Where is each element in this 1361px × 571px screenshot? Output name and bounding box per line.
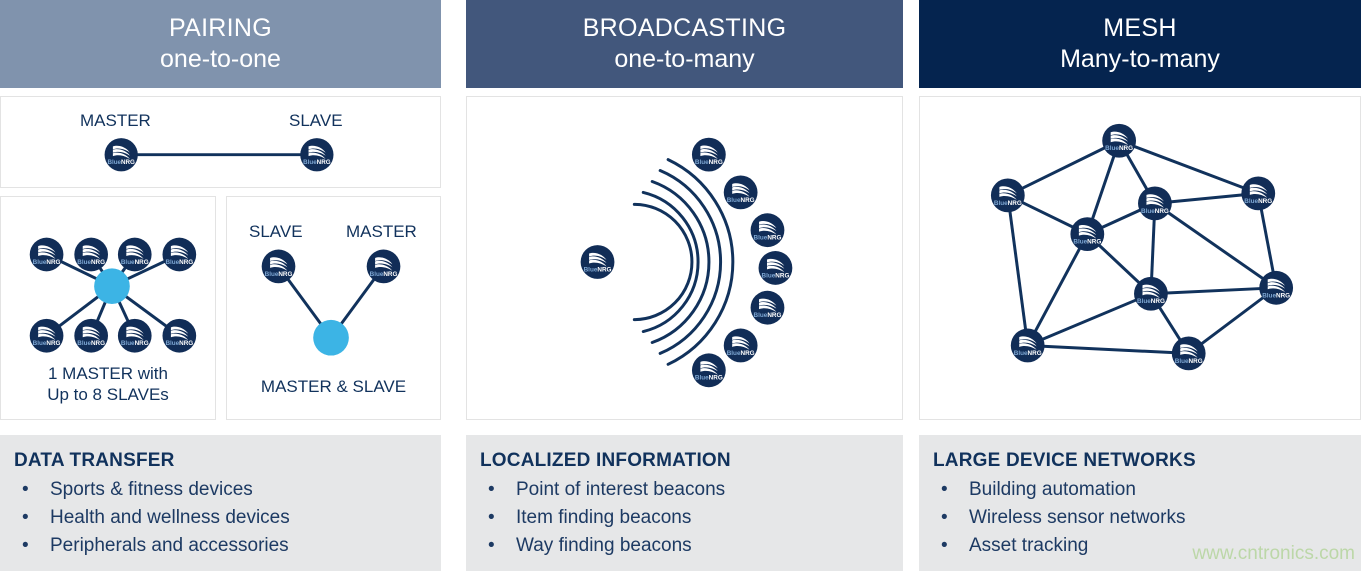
caption-pairing-star: 1 MASTER with Up to 8 SLAVEs bbox=[1, 363, 215, 405]
bullet-icon: • bbox=[941, 507, 948, 528]
caption-pairing-master-slave: MASTER & SLAVE bbox=[260, 377, 407, 396]
list-item: • Point of interest beacons bbox=[480, 476, 903, 504]
diagram-pairing-one-to-one: MASTER SLAVE BlueNRG bbox=[0, 96, 441, 188]
node-mesh bbox=[1241, 176, 1276, 211]
diagram-broadcasting bbox=[466, 96, 903, 420]
node-slave bbox=[162, 237, 197, 272]
list-item: • Item finding beacons bbox=[480, 504, 903, 532]
list-item-label: Health and wellness devices bbox=[50, 507, 290, 528]
info-title-mesh: LARGE DEVICE NETWORKS bbox=[933, 450, 1196, 471]
node-slave bbox=[261, 249, 296, 284]
header-broadcasting-title: BROADCASTING bbox=[582, 14, 787, 42]
list-item-label: Way finding beacons bbox=[516, 535, 692, 556]
node-receiver bbox=[750, 213, 785, 248]
node-mesh bbox=[1102, 123, 1137, 158]
info-panel-broadcasting: LOCALIZED INFORMATION • Point of interes… bbox=[466, 435, 903, 571]
broadcast-waves bbox=[632, 158, 735, 366]
node-slave bbox=[29, 318, 64, 353]
header-mesh-title: MESH bbox=[1103, 14, 1177, 42]
column-mesh: MESH Many-to-many LARGE DEVICE NETWORKS … bbox=[919, 0, 1361, 571]
node-slave bbox=[117, 318, 152, 353]
list-item-label: Point of interest beacons bbox=[516, 479, 726, 500]
infographic-root: PAIRING one-to-one MASTER SLAVE BlueNRG bbox=[0, 0, 1361, 571]
node-mesh bbox=[1070, 217, 1105, 252]
list-item-label: Sports & fitness devices bbox=[50, 479, 253, 500]
bullet-icon: • bbox=[22, 479, 29, 500]
list-item: • Sports & fitness devices bbox=[14, 476, 441, 504]
header-pairing: PAIRING one-to-one bbox=[0, 0, 441, 88]
header-broadcasting: BROADCASTING one-to-many bbox=[466, 0, 903, 88]
bullet-icon: • bbox=[488, 479, 495, 500]
info-list-broadcasting: • Point of interest beacons • Item findi… bbox=[480, 476, 903, 560]
list-item: • Wireless sensor networks bbox=[933, 504, 1361, 532]
node-mesh bbox=[1259, 270, 1294, 305]
bullet-icon: • bbox=[941, 479, 948, 500]
node-mesh bbox=[1010, 328, 1045, 363]
node-receiver bbox=[723, 175, 758, 210]
node-broadcaster bbox=[580, 245, 615, 279]
info-panel-pairing: DATA TRANSFER • Sports & fitness devices… bbox=[0, 435, 441, 571]
bullet-icon: • bbox=[941, 535, 948, 556]
hub-master-node bbox=[94, 268, 130, 305]
node-slave bbox=[29, 237, 64, 272]
list-item-label: Item finding beacons bbox=[516, 507, 692, 528]
list-item-label: Asset tracking bbox=[969, 535, 1089, 556]
list-item: • Health and wellness devices bbox=[14, 504, 441, 532]
node-mesh bbox=[1171, 336, 1206, 371]
list-item: • Way finding beacons bbox=[480, 532, 903, 560]
node-receiver bbox=[691, 137, 726, 172]
header-mesh: MESH Many-to-many bbox=[919, 0, 1361, 88]
list-item: • Building automation bbox=[933, 476, 1361, 504]
column-broadcasting: BROADCASTING one-to-many LOCALIZED INFOR… bbox=[466, 0, 903, 571]
list-item: • Peripherals and accessories bbox=[14, 532, 441, 560]
bullet-icon: • bbox=[22, 535, 29, 556]
info-title-broadcasting: LOCALIZED INFORMATION bbox=[480, 450, 731, 471]
broadcasting-svg bbox=[580, 137, 793, 388]
info-title-pairing: DATA TRANSFER bbox=[14, 450, 175, 471]
pairing-one-to-one-svg: BlueNRG bbox=[104, 138, 334, 172]
info-panel-mesh: LARGE DEVICE NETWORKS • Building automat… bbox=[919, 435, 1361, 571]
list-item-label: Peripherals and accessories bbox=[50, 535, 289, 556]
diagram-mesh bbox=[919, 96, 1361, 420]
node-receiver bbox=[723, 328, 758, 363]
watermark-text: www.cntronics.com bbox=[1192, 543, 1355, 564]
column-pairing: PAIRING one-to-one MASTER SLAVE BlueNRG bbox=[0, 0, 441, 571]
node-slave bbox=[117, 237, 152, 272]
node-slave bbox=[300, 138, 334, 172]
node-master bbox=[366, 249, 401, 284]
node-mesh bbox=[1134, 276, 1168, 311]
list-item-label: Wireless sensor networks bbox=[969, 507, 1186, 528]
header-pairing-subtitle: one-to-one bbox=[160, 45, 281, 73]
bullet-icon: • bbox=[488, 507, 495, 528]
hub-master-slave-node bbox=[313, 319, 349, 356]
bullet-icon: • bbox=[22, 507, 29, 528]
header-pairing-title: PAIRING bbox=[168, 14, 273, 42]
node-receiver bbox=[750, 290, 785, 325]
node-receiver bbox=[691, 353, 726, 388]
mesh-links bbox=[1006, 139, 1278, 355]
node-slave bbox=[74, 237, 108, 272]
node-receiver bbox=[758, 251, 793, 285]
mesh-svg bbox=[990, 123, 1294, 371]
header-broadcasting-subtitle: one-to-many bbox=[614, 45, 755, 73]
bullet-icon: • bbox=[488, 535, 495, 556]
node-slave bbox=[74, 318, 108, 353]
header-mesh-subtitle: Many-to-many bbox=[1060, 45, 1220, 73]
node-slave bbox=[162, 318, 197, 353]
caption-line-2: Up to 8 SLAVEs bbox=[47, 385, 169, 404]
list-item-label: Building automation bbox=[969, 479, 1136, 500]
node-master bbox=[104, 138, 138, 172]
node-mesh bbox=[990, 178, 1025, 213]
diagram-pairing-star: 1 MASTER with Up to 8 SLAVEs bbox=[0, 196, 216, 420]
caption-line-1: 1 MASTER with bbox=[48, 364, 168, 383]
info-list-pairing: • Sports & fitness devices • Health and … bbox=[14, 476, 441, 560]
diagram-pairing-master-slave: SLAVE MASTER MASTER & SLAVE bbox=[226, 196, 441, 420]
node-mesh bbox=[1138, 186, 1172, 221]
